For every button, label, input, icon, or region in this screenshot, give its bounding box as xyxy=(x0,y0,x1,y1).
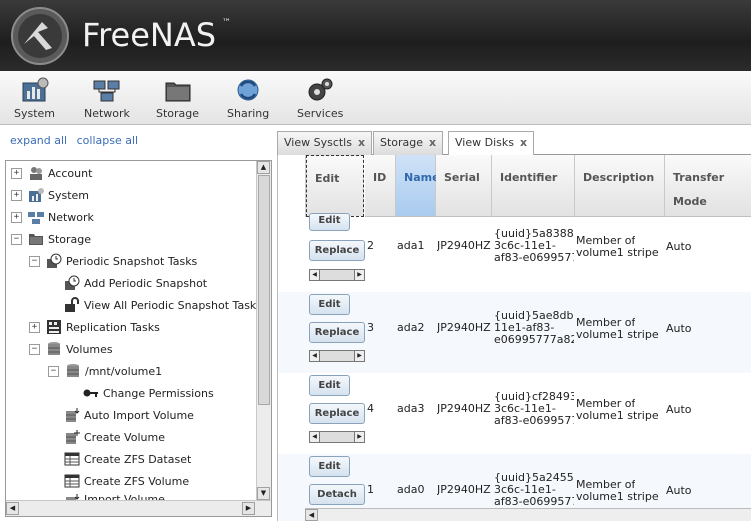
volume-icon xyxy=(67,364,79,377)
snapshot-icon xyxy=(47,253,62,268)
detach-button[interactable]: Detach xyxy=(309,484,365,505)
toolbar-storage-button[interactable]: Storage xyxy=(156,77,199,120)
tree-vertical-scrollbar[interactable]: ▲ ▼ xyxy=(256,161,271,501)
scroll-down-arrow-icon[interactable]: ▼ xyxy=(257,487,270,500)
column-header-edit[interactable]: Edit xyxy=(306,155,364,217)
table-row[interactable]: Edit Replace ◀▶ 3 ada2 JP2940HZ3 {uuid}5… xyxy=(278,292,751,373)
toolbar-sharing-button[interactable]: Sharing xyxy=(227,77,269,120)
scroll-left-arrow-icon[interactable]: ◀ xyxy=(305,509,318,521)
tree-controls: expand all collapse all xyxy=(10,134,144,147)
cell-scrollbar[interactable]: ◀▶ xyxy=(309,269,365,281)
toolbar-network-button[interactable]: Network xyxy=(84,77,130,120)
tree-item-account[interactable]: + Account xyxy=(11,163,92,183)
tree-item-periodic-snapshot-tasks[interactable]: − Periodic Snapshot Tasks xyxy=(29,251,197,271)
tab-storage[interactable]: Storage x xyxy=(373,131,444,155)
storage-icon xyxy=(165,82,191,102)
tree-item-create-zfs-volume[interactable]: Create ZFS Volume xyxy=(64,471,189,491)
collapse-toggle[interactable]: − xyxy=(11,233,22,245)
replace-button[interactable]: Replace xyxy=(309,240,365,261)
scroll-thumb[interactable] xyxy=(258,175,270,405)
grid-horizontal-scrollbar[interactable]: ◀ xyxy=(305,508,751,521)
table-row[interactable]: Edit Replace ◀▶ 2 ada1 JP2940HZ3 {uuid}5… xyxy=(278,211,751,292)
expand-toggle[interactable]: + xyxy=(29,321,40,333)
tree-item-system[interactable]: + System xyxy=(11,185,89,205)
edit-button[interactable]: Edit xyxy=(309,294,350,315)
scroll-right-arrow-icon[interactable]: ▶ xyxy=(242,502,255,515)
expand-toggle[interactable]: + xyxy=(11,167,22,179)
expand-all-link[interactable]: expand all xyxy=(10,134,67,147)
freenas-logo-icon xyxy=(11,7,69,65)
account-icon xyxy=(30,167,42,180)
snapshot-add-icon xyxy=(65,275,80,290)
import-volume-icon xyxy=(66,408,80,422)
replace-button[interactable]: Replace xyxy=(309,403,365,424)
close-tab-icon[interactable]: x xyxy=(429,136,436,149)
tree-horizontal-scrollbar[interactable]: ◀ ▶ xyxy=(6,500,271,516)
network-icon xyxy=(28,212,44,224)
network-icon xyxy=(93,80,120,102)
tree-item-view-all-periodic-snapshot-tasks[interactable]: View All Periodic Snapshot Tasks xyxy=(64,295,262,315)
services-icon xyxy=(308,78,333,101)
toolbar-system-button[interactable]: System xyxy=(14,77,55,120)
dataset-icon xyxy=(64,452,80,466)
expand-toggle[interactable]: + xyxy=(11,189,22,201)
brand-name: FreeNAS xyxy=(82,16,217,54)
edit-button[interactable]: Edit xyxy=(309,375,350,396)
column-header-name[interactable]: Name xyxy=(396,155,440,217)
column-header-serial[interactable]: Serial xyxy=(436,155,492,217)
edit-button[interactable]: Edit xyxy=(309,456,350,477)
create-volume-icon xyxy=(66,430,80,444)
main-toolbar: System Network Storage Sharing Services xyxy=(0,71,751,125)
close-tab-icon[interactable]: x xyxy=(358,136,365,149)
toolbar-services-button[interactable]: Services xyxy=(297,77,343,120)
tab-bar: View Sysctls x Storage x View Disks x xyxy=(277,129,751,157)
tree-item-change-permissions[interactable]: Change Permissions xyxy=(83,383,214,403)
cell-scrollbar[interactable]: ◀▶ xyxy=(309,431,365,443)
table-row[interactable]: Edit Replace ◀▶ 4 ada3 JP2940HZ3 {uuid}c… xyxy=(278,373,751,454)
tree-item-storage[interactable]: − Storage xyxy=(11,229,91,249)
replication-icon xyxy=(47,320,61,334)
system-icon xyxy=(22,77,49,102)
cell-scrollbar[interactable]: ◀▶ xyxy=(309,350,365,362)
tree-item-network[interactable]: + Network xyxy=(11,207,94,227)
tree-item-volumes[interactable]: − Volumes xyxy=(29,339,113,359)
scroll-left-arrow-icon[interactable]: ◀ xyxy=(6,502,19,515)
volumes-icon xyxy=(48,342,60,355)
collapse-toggle[interactable]: − xyxy=(48,365,59,377)
lock-icon xyxy=(65,297,79,312)
tree-item-auto-import-volume[interactable]: Auto Import Volume xyxy=(64,405,194,425)
column-header-transfer-mode[interactable]: Transfer Mode xyxy=(665,155,751,217)
expand-toggle[interactable]: + xyxy=(11,211,22,223)
scroll-up-arrow-icon[interactable]: ▲ xyxy=(257,161,270,174)
tree-item-create-volume[interactable]: Create Volume xyxy=(64,427,165,447)
replace-button[interactable]: Replace xyxy=(309,322,365,343)
tab-view-disks[interactable]: View Disks x xyxy=(448,131,535,157)
edit-button[interactable]: Edit xyxy=(309,213,350,231)
folder-icon xyxy=(29,234,43,245)
disks-grid: Edit ID Name Serial Identifier Descripti… xyxy=(277,155,751,521)
sharing-icon xyxy=(237,79,259,101)
column-header-description[interactable]: Description xyxy=(575,155,665,217)
system-icon xyxy=(29,188,44,202)
navigation-tree: + Account + System + Network − Storage −… xyxy=(5,160,272,517)
tree-item-replication-tasks[interactable]: + Replication Tasks xyxy=(29,317,160,337)
tab-view-sysctls[interactable]: View Sysctls x xyxy=(277,131,373,155)
column-header-id[interactable]: ID xyxy=(365,155,396,217)
zvol-icon xyxy=(64,474,80,488)
collapse-toggle[interactable]: − xyxy=(29,343,40,355)
tree-item-add-periodic-snapshot[interactable]: Add Periodic Snapshot xyxy=(64,273,207,293)
tree-item-create-zfs-dataset[interactable]: Create ZFS Dataset xyxy=(64,449,191,469)
app-header: FreeNAS ™ xyxy=(0,0,751,71)
collapse-all-link[interactable]: collapse all xyxy=(77,134,138,147)
close-tab-icon[interactable]: x xyxy=(520,136,527,149)
brand-trademark: ™ xyxy=(222,18,231,28)
collapse-toggle[interactable]: − xyxy=(29,255,40,267)
column-header-identifier[interactable]: Identifier xyxy=(492,155,575,217)
key-icon xyxy=(83,389,98,397)
tree-item-mnt-volume1[interactable]: − /mnt/volume1 xyxy=(48,361,162,381)
row-gutter xyxy=(278,155,306,217)
